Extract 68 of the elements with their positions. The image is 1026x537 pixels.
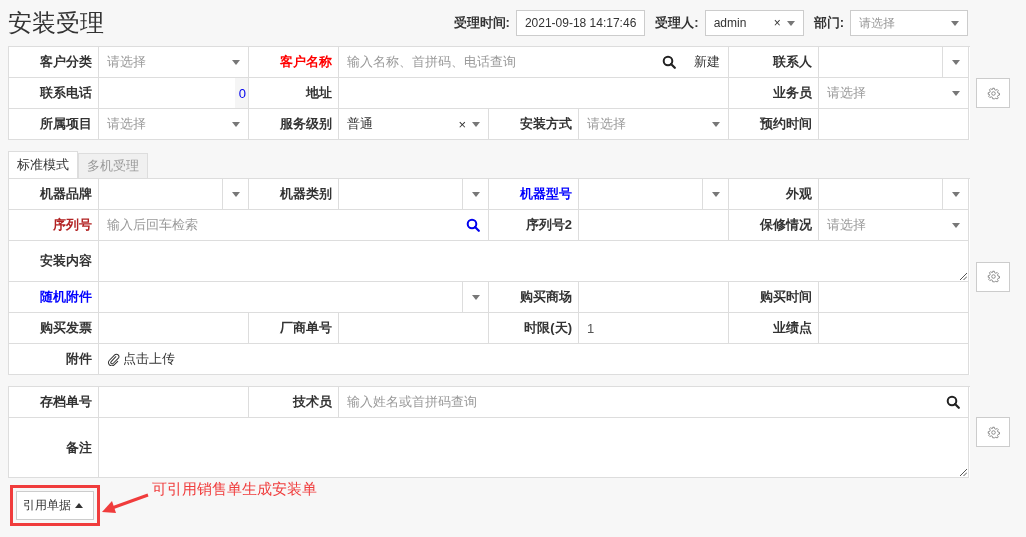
settings-button[interactable] xyxy=(976,78,1010,108)
field-label: 备注 xyxy=(66,438,92,457)
new-button[interactable]: 新建 xyxy=(694,53,720,71)
caret-icon xyxy=(952,222,960,228)
field-label: 随机附件 xyxy=(40,288,92,306)
field-label: 保修情况 xyxy=(760,216,812,234)
field-label: 所属项目 xyxy=(40,115,92,133)
field-label: 序列号 xyxy=(53,216,92,234)
caret-icon xyxy=(786,20,795,26)
field-label: 购买商场 xyxy=(520,288,572,306)
field-label: 技术员 xyxy=(293,393,332,411)
page-title: 安装受理 xyxy=(8,8,105,38)
field-label: 安装内容 xyxy=(40,252,92,270)
field-label: 购买时间 xyxy=(760,288,812,306)
clear-icon[interactable]: × xyxy=(773,16,781,30)
select-field[interactable]: 普通 × xyxy=(339,109,488,139)
field-label: 存档单号 xyxy=(40,393,92,411)
settings-button[interactable] xyxy=(976,417,1010,447)
field-label: 地址 xyxy=(306,84,332,102)
field-label: 安装方式 xyxy=(520,115,572,133)
input-field[interactable]: 1 xyxy=(579,313,728,343)
field-label: 业务员 xyxy=(773,84,812,102)
resize-grip-icon[interactable] xyxy=(959,272,967,280)
caret-icon xyxy=(951,20,959,26)
field-label: 服务级别 xyxy=(280,115,332,133)
caret-icon xyxy=(472,121,480,127)
field-label: 部门: xyxy=(813,14,844,32)
caret-icon xyxy=(232,59,240,65)
settings-icon xyxy=(986,270,1000,283)
field-label: 业绩点 xyxy=(773,319,812,337)
field-label: 厂商单号 xyxy=(280,319,332,337)
upload-link[interactable]: 点击上传 xyxy=(107,350,175,368)
annotation-text: 可引用销售单生成安装单 xyxy=(152,480,317,499)
search-icon[interactable] xyxy=(662,55,676,69)
clear-icon[interactable]: × xyxy=(458,116,466,132)
search-field[interactable]: 输入名称、首拼码、电话查询 新建 xyxy=(339,47,728,77)
field-label: 购买发票 xyxy=(40,319,92,337)
tab[interactable]: 标准模式 xyxy=(8,151,78,178)
field-label: 预约时间 xyxy=(760,115,812,133)
field-label: 机器类别 xyxy=(280,185,332,203)
field-label: 客户分类 xyxy=(40,53,92,71)
select-field[interactable]: admin × xyxy=(704,10,804,36)
caret-icon xyxy=(952,90,960,96)
field-label: 受理人: xyxy=(655,14,699,32)
reference-button[interactable]: 引用单据 xyxy=(16,491,94,520)
search-icon[interactable] xyxy=(466,218,480,232)
field-label: 附件 xyxy=(66,350,92,368)
settings-button[interactable] xyxy=(976,261,1010,292)
input-field[interactable]: 0 xyxy=(99,78,248,108)
settings-icon xyxy=(986,425,1000,439)
field-label: 客户名称 xyxy=(280,53,332,71)
caret-icon xyxy=(712,121,720,127)
field-label: 外观 xyxy=(786,185,812,203)
field-label: 序列号2 xyxy=(525,216,572,234)
field-label: 联系人 xyxy=(773,53,812,71)
field-label: 机器型号 xyxy=(520,185,572,203)
search-icon[interactable] xyxy=(946,395,960,409)
caret-icon xyxy=(232,121,240,127)
field-label: 时限(天) xyxy=(524,319,572,337)
resize-grip-icon[interactable] xyxy=(959,468,967,476)
field-label: 联系电话 xyxy=(40,84,92,102)
field-label: 机器品牌 xyxy=(40,185,92,203)
field-label: 受理时间: xyxy=(453,14,510,32)
settings-icon xyxy=(986,86,1000,100)
date-time-field[interactable]: 2021-09-18 14:17:46 xyxy=(515,10,646,36)
caret-icon xyxy=(75,503,83,508)
paperclip-icon xyxy=(107,352,120,366)
count-badge: 0 xyxy=(234,78,248,108)
